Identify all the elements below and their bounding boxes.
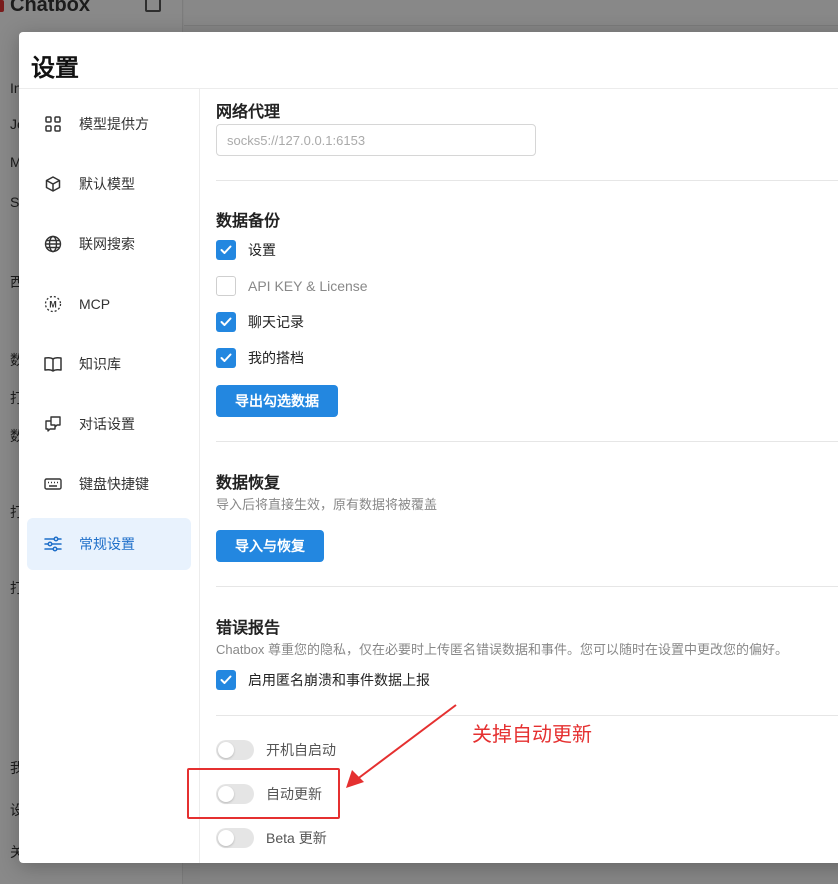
error-report-description: Chatbox 尊重您的隐私，仅在必要时上传匿名错误数据和事件。您可以随时在设置… bbox=[216, 642, 789, 657]
error-report-section-title: 错误报告 bbox=[216, 620, 281, 637]
section-divider bbox=[216, 180, 838, 181]
nav-item-label: 模型提供方 bbox=[79, 116, 149, 132]
toggle-switch[interactable] bbox=[216, 828, 254, 848]
backup-settings-checkbox[interactable]: 设置 bbox=[216, 240, 276, 260]
launch-at-startup-toggle[interactable]: 开机自启动 bbox=[216, 740, 336, 760]
backup-chat-history-checkbox[interactable]: 聊天记录 bbox=[216, 312, 304, 332]
nav-item-keyboard-shortcuts[interactable]: 键盘快捷键 bbox=[27, 458, 191, 510]
nav-item-label: 知识库 bbox=[79, 356, 121, 372]
nav-item-label: 键盘快捷键 bbox=[79, 476, 149, 492]
nav-item-label: MCP bbox=[79, 296, 111, 312]
checkbox-label: 聊天记录 bbox=[248, 314, 304, 330]
proxy-input[interactable] bbox=[216, 124, 536, 156]
export-button[interactable]: 导出勾选数据 bbox=[216, 385, 338, 417]
checkbox-label: 设置 bbox=[248, 242, 276, 258]
checkbox-checked-icon[interactable] bbox=[216, 312, 236, 332]
modal-title: 设置 bbox=[31, 55, 79, 82]
globe-icon bbox=[44, 235, 62, 253]
nav-item-knowledge-base[interactable]: 知识库 bbox=[27, 338, 191, 390]
keyboard-icon bbox=[44, 475, 62, 493]
backup-section-title: 数据备份 bbox=[216, 213, 281, 230]
checkbox-label: API KEY & License bbox=[248, 278, 368, 294]
checkbox-label: 我的搭档 bbox=[248, 350, 304, 366]
settings-modal: 设置 模型提供方 默认模型 联网搜索 M MCP 知识库 对话设置 键盘快捷键 … bbox=[19, 32, 838, 863]
checkbox-checked-icon[interactable] bbox=[216, 670, 236, 690]
section-divider bbox=[216, 715, 838, 716]
book-icon bbox=[44, 355, 62, 373]
svg-text:M: M bbox=[49, 300, 57, 310]
toggle-label: 开机自启动 bbox=[266, 742, 336, 758]
nav-item-general-settings[interactable]: 常规设置 bbox=[27, 518, 191, 570]
nav-item-mcp[interactable]: M MCP bbox=[27, 278, 191, 330]
checkbox-checked-icon[interactable] bbox=[216, 240, 236, 260]
toggle-label: Beta 更新 bbox=[266, 830, 327, 846]
grid-icon bbox=[44, 115, 62, 133]
cube-icon bbox=[44, 175, 62, 193]
mcp-icon: M bbox=[44, 295, 62, 313]
import-button[interactable]: 导入与恢复 bbox=[216, 530, 324, 562]
nav-item-label: 对话设置 bbox=[79, 416, 135, 432]
annotation-text: 关掉自动更新 bbox=[472, 724, 592, 746]
backup-copilots-checkbox[interactable]: 我的搭档 bbox=[216, 348, 304, 368]
nav-item-model-provider[interactable]: 模型提供方 bbox=[27, 98, 191, 150]
sliders-icon bbox=[44, 535, 62, 553]
section-divider bbox=[216, 441, 838, 442]
nav-item-default-model[interactable]: 默认模型 bbox=[27, 158, 191, 210]
nav-item-web-search[interactable]: 联网搜索 bbox=[27, 218, 191, 270]
annotation-highlight-box bbox=[187, 768, 340, 819]
nav-item-chat-settings[interactable]: 对话设置 bbox=[27, 398, 191, 450]
checkbox-checked-icon[interactable] bbox=[216, 348, 236, 368]
nav-item-label: 默认模型 bbox=[79, 176, 135, 192]
settings-nav: 模型提供方 默认模型 联网搜索 M MCP 知识库 对话设置 键盘快捷键 常规设… bbox=[19, 89, 200, 863]
restore-section-title: 数据恢复 bbox=[216, 475, 281, 492]
error-report-checkbox[interactable]: 启用匿名崩溃和事件数据上报 bbox=[216, 670, 430, 690]
checkbox-unchecked-icon[interactable] bbox=[216, 276, 236, 296]
checkbox-label: 启用匿名崩溃和事件数据上报 bbox=[248, 672, 430, 688]
proxy-section-title: 网络代理 bbox=[216, 104, 281, 121]
nav-item-label: 联网搜索 bbox=[79, 236, 135, 252]
nav-item-label: 常规设置 bbox=[79, 536, 135, 552]
restore-description: 导入后将直接生效，原有数据将被覆盖 bbox=[216, 497, 438, 512]
toggle-switch[interactable] bbox=[216, 740, 254, 760]
section-divider bbox=[216, 586, 838, 587]
beta-update-toggle[interactable]: Beta 更新 bbox=[216, 828, 327, 848]
chat-icon bbox=[44, 415, 62, 433]
backup-apikey-checkbox[interactable]: API KEY & License bbox=[216, 276, 368, 296]
